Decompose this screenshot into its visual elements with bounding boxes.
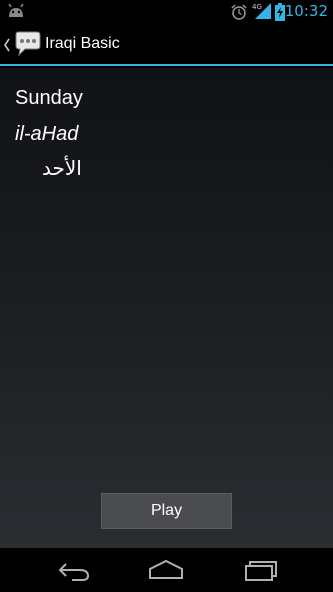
arabic-phrase: الأحد — [42, 156, 82, 180]
chat-bubble-app-icon[interactable] — [13, 31, 41, 61]
back-icon[interactable] — [56, 558, 92, 586]
english-phrase: Sunday — [15, 87, 83, 109]
app-title: Iraqi Basic — [45, 35, 120, 52]
alarm-icon — [231, 4, 247, 24]
recents-icon[interactable] — [242, 558, 278, 586]
status-bar: 4G 10:32 — [0, 0, 333, 24]
battery-charging-icon — [275, 3, 285, 25]
home-icon[interactable] — [148, 558, 184, 586]
play-button[interactable]: Play — [101, 493, 232, 529]
transliteration-phrase: il-aHad — [15, 123, 79, 145]
navigation-bar — [0, 548, 333, 592]
signal-icon: 4G — [252, 2, 272, 24]
up-caret-icon[interactable] — [3, 37, 11, 56]
android-icon — [6, 3, 26, 22]
phrase-content: Sunday il-aHad الأحد Play — [0, 68, 333, 548]
action-bar: Iraqi Basic — [0, 24, 333, 66]
status-clock: 10:32 — [284, 2, 328, 20]
network-type-label: 4G — [252, 3, 262, 11]
